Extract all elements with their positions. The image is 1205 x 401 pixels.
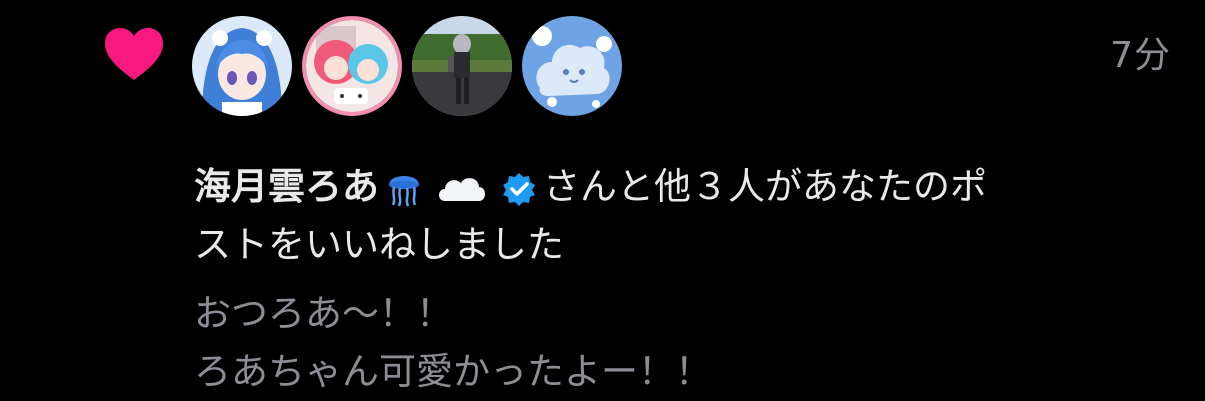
timestamp: 7分 [1110, 35, 1171, 76]
avatar-blue-hair-character[interactable] [192, 16, 292, 116]
avatar-figure-outdoor[interactable] [412, 16, 512, 116]
avatar-figures-pink-blue[interactable] [302, 16, 402, 116]
like-notification[interactable]: 7分 海月雲ろあ さんと他３人があなたのポストをいいねしました おつろあ〜！！ … [0, 0, 1205, 401]
actor-name[interactable]: 海月雲ろあ [194, 165, 379, 208]
liker-avatars [192, 16, 622, 116]
notification-text: 海月雲ろあ さんと他３人があなたのポストをいいねしました [194, 158, 1184, 274]
avatar-cloud-creature[interactable] [522, 16, 622, 116]
action-text-line1: さんと他３人があなたのポ [543, 165, 987, 208]
post-preview[interactable]: おつろあ〜！！ ろあちゃん可愛かったよー！！ [194, 285, 1184, 401]
post-line: ろあちゃん可愛かったよー！！ [194, 350, 712, 393]
verified-badge-icon [501, 171, 537, 207]
cloud-emoji [435, 171, 489, 207]
action-text-line2: ストをいいねしました [194, 223, 564, 266]
jellyfish-emoji [385, 167, 423, 207]
post-line: おつろあ〜！！ [194, 292, 453, 335]
heart-icon [103, 26, 165, 82]
